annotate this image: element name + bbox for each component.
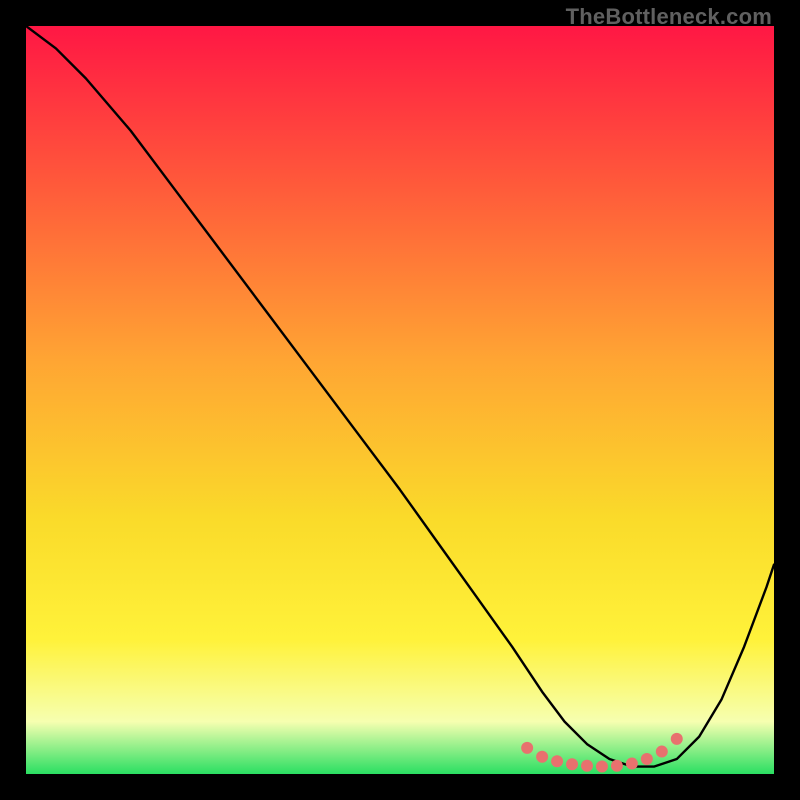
optimal-dot [671,733,683,745]
optimal-dot [581,760,593,772]
optimal-dot [566,758,578,770]
optimal-dot [656,746,668,758]
chart-frame [26,26,774,774]
optimal-dot [536,751,548,763]
gradient-background [26,26,774,774]
bottleneck-chart [26,26,774,774]
optimal-dot [611,760,623,772]
optimal-dot [596,761,608,773]
optimal-dot [641,753,653,765]
optimal-dot [626,758,638,770]
optimal-dot [551,755,563,767]
optimal-dot [521,742,533,754]
